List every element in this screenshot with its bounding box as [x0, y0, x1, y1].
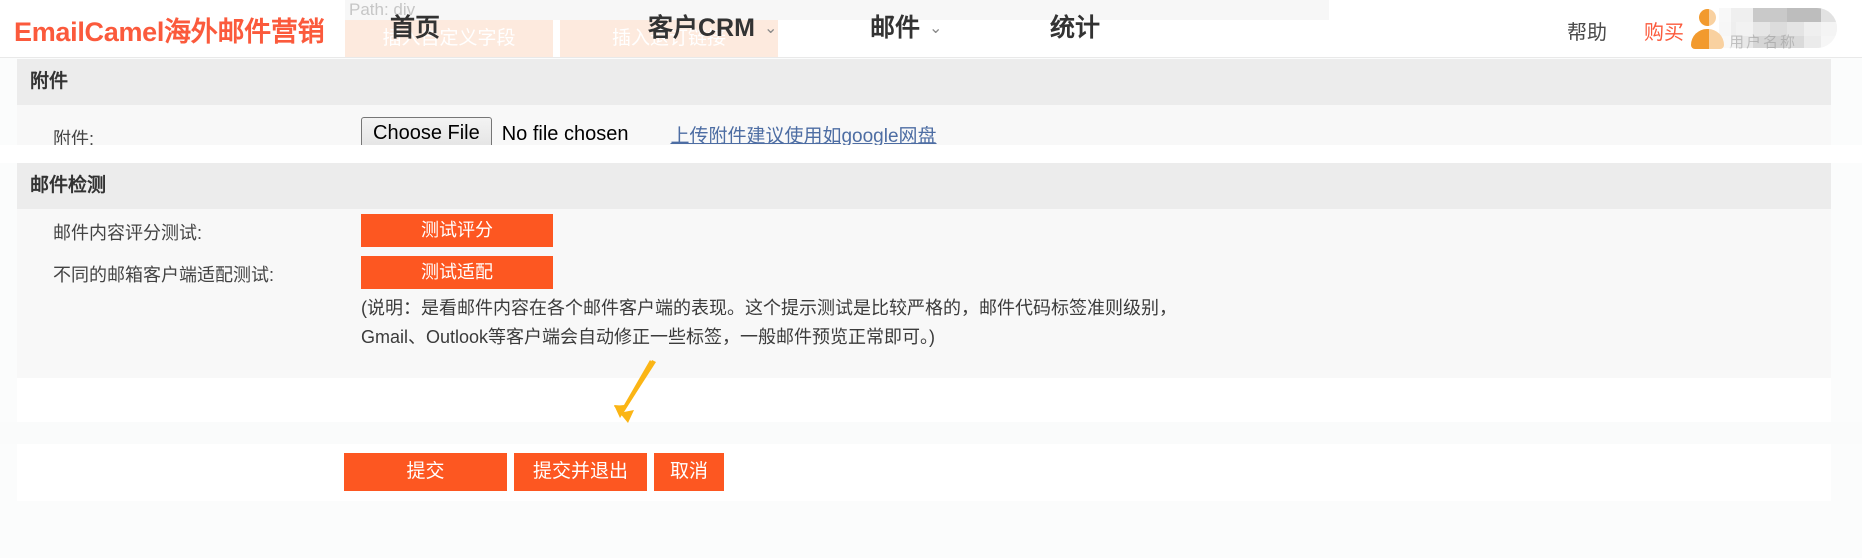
blur-pixel — [1770, 8, 1788, 22]
nav-item-mail-label: 邮件 — [870, 14, 921, 42]
blur-pixel — [1736, 8, 1754, 22]
cancel-button[interactable]: 取消 — [654, 453, 724, 491]
client-test-button[interactable]: 测试适配 — [361, 256, 553, 289]
account-menu[interactable]: 用户名称 — [1687, 4, 1837, 56]
submit-and-exit-button[interactable]: 提交并退出 — [514, 453, 647, 491]
nav-item-home[interactable]: 首页 — [390, 12, 440, 44]
blur-pixel — [1821, 36, 1837, 48]
score-test-button[interactable]: 测试评分 — [361, 214, 553, 247]
blur-pixel — [1787, 8, 1805, 22]
chevron-down-icon: ⌄ — [929, 20, 943, 37]
blur-pixel — [1821, 22, 1837, 36]
username-label: 用户名称 — [1729, 34, 1798, 51]
brand-logo[interactable]: EmailCamel海外邮件营销 — [14, 10, 325, 49]
panel-gap-1 — [0, 145, 1862, 163]
email-test-section-title: 邮件检测 — [17, 163, 1831, 209]
chevron-down-icon: ⌄ — [763, 20, 778, 37]
client-test-row: 不同的邮箱客户端适配测试: 测试适配 — [17, 251, 1831, 293]
test-note-line-2: Gmail、Outlook等客户端会自动修正一些标签，一般邮件预览正常即可。) — [361, 327, 936, 347]
email-test-section-body: 邮件内容评分测试: 测试评分 不同的邮箱客户端适配测试: 测试适配 (说明：是看… — [17, 209, 1831, 378]
avatar-overlay — [1709, 6, 1731, 50]
nav-item-crm[interactable]: 客户CRM ⌄ — [648, 12, 777, 48]
blur-pixel — [1804, 8, 1822, 22]
panel-gap-2 — [17, 378, 1831, 422]
nav-item-crm-label: 客户CRM — [648, 14, 755, 42]
blur-pixel — [1753, 8, 1771, 22]
action-bar: 提交 提交并退出 取消 — [17, 444, 1831, 501]
buy-link[interactable]: 购买 — [1644, 16, 1684, 45]
no-file-chosen-label: No file chosen — [501, 122, 629, 145]
blur-pixel — [1804, 22, 1822, 36]
score-test-label: 邮件内容评分测试: — [53, 223, 203, 243]
nav-item-stats-label: 统计 — [1050, 14, 1101, 42]
nav-item-mail[interactable]: 邮件 ⌄ — [870, 12, 942, 48]
upload-hint-link[interactable]: 上传附件建议使用如google网盘 — [670, 121, 936, 148]
submit-button[interactable]: 提交 — [344, 453, 507, 491]
nav-item-home-label: 首页 — [390, 14, 441, 42]
nav-item-stats[interactable]: 统计 — [1050, 12, 1100, 44]
blur-pixel — [1821, 8, 1837, 22]
panel-gap-3 — [0, 422, 1862, 444]
email-test-panel: 邮件检测 邮件内容评分测试: 测试评分 不同的邮箱客户端适配测试: 测试适配 (… — [17, 163, 1831, 378]
attachment-section-title: 附件 — [17, 59, 1831, 105]
attachment-panel: 附件 附件: Choose File No file chosen 上传附件建议… — [17, 59, 1831, 167]
client-test-label: 不同的邮箱客户端适配测试: — [53, 265, 274, 285]
help-link[interactable]: 帮助 — [1567, 16, 1607, 45]
score-test-row: 邮件内容评分测试: 测试评分 — [17, 209, 1831, 251]
top-navigation-bar: EmailCamel海外邮件营销 首页 客户CRM ⌄ 邮件 ⌄ 统计 帮助 购买 … — [0, 0, 1862, 58]
blur-pixel — [1804, 36, 1822, 48]
test-note-line-1: (说明：是看邮件内容在各个邮件客户端的表现。这个提示测试是比较严格的，邮件代码标… — [361, 298, 1177, 318]
avatar — [1687, 6, 1731, 50]
